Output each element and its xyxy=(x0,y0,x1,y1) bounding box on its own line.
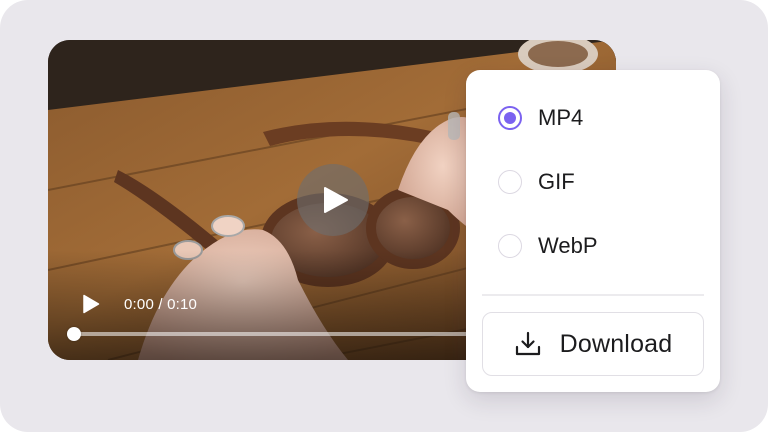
format-picker-card: MP4 GIF WebP Download xyxy=(466,70,720,392)
format-option-webp[interactable]: WebP xyxy=(498,230,598,262)
format-option-gif[interactable]: GIF xyxy=(498,166,575,198)
mp4-label: MP4 xyxy=(538,105,584,130)
play-button[interactable] xyxy=(80,292,102,316)
format-option-mp4[interactable]: MP4 xyxy=(498,102,583,134)
app-frame: 0:00 / 0:10 MP4 GIF WebP Download xyxy=(0,0,768,432)
divider xyxy=(482,294,704,296)
mp4-radio[interactable] xyxy=(498,106,522,130)
play-icon xyxy=(323,187,348,213)
webp-radio[interactable] xyxy=(498,234,522,258)
download-button[interactable]: Download xyxy=(482,312,704,376)
download-icon xyxy=(515,331,540,356)
gif-radio[interactable] xyxy=(498,170,522,194)
play-icon xyxy=(83,294,100,314)
time-display: 0:00 / 0:10 xyxy=(124,296,198,313)
gif-label: GIF xyxy=(538,169,575,194)
progress-knob[interactable] xyxy=(67,327,81,341)
download-label: Download xyxy=(559,329,673,358)
center-play-button[interactable] xyxy=(297,164,369,236)
webp-label: WebP xyxy=(538,233,598,258)
